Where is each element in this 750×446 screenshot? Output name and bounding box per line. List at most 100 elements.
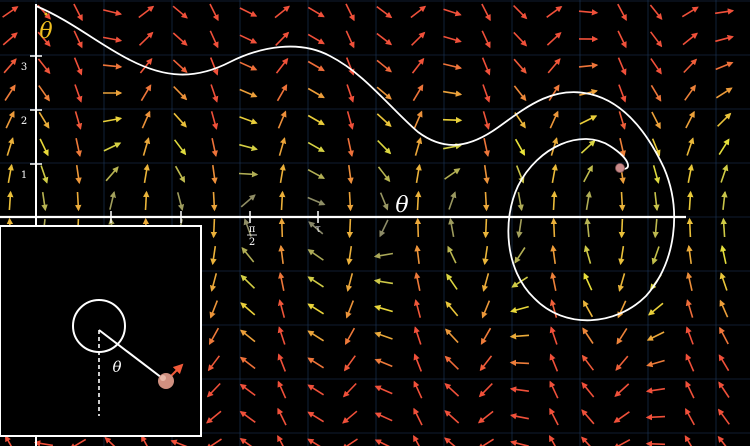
vector-arrow: [239, 7, 258, 17]
vector-arrow: [172, 32, 188, 46]
vector-arrow: [685, 299, 694, 318]
vector-arrow: [347, 191, 354, 212]
vector-arrow: [5, 110, 15, 129]
vector-arrow: [645, 440, 666, 446]
vector-arrow: [379, 219, 389, 238]
vector-arrow: [74, 84, 83, 103]
vector-arrow: [343, 355, 356, 372]
vector-arrow: [582, 300, 594, 318]
svg-text:2: 2: [249, 237, 255, 248]
vector-arrow: [618, 111, 627, 130]
vector-arrow: [239, 34, 258, 44]
vector-arrow: [376, 59, 392, 73]
vector-arrow: [173, 139, 187, 156]
vector-arrow: [685, 353, 695, 372]
vector-arrow: [618, 245, 625, 266]
vector-arrow: [619, 191, 626, 212]
vector-arrow: [410, 5, 427, 19]
vector-arrow: [140, 84, 152, 102]
vector-arrow: [411, 31, 426, 46]
vector-arrow: [685, 110, 695, 129]
vector-arrow: [687, 190, 694, 211]
vector-arrow: [718, 381, 730, 398]
vector-arrow: [346, 111, 355, 130]
vector-arrow: [617, 30, 627, 49]
state-point: [615, 163, 625, 173]
vector-arrow: [617, 273, 626, 292]
vector-arrow: [277, 407, 287, 426]
vector-arrow: [69, 438, 87, 446]
svg-text:·: ·: [43, 3, 50, 28]
vector-arrow: [239, 88, 258, 98]
vector-arrow: [377, 140, 392, 155]
vector-arrow: [278, 137, 287, 156]
vector-arrow: [646, 331, 665, 341]
vector-arrow: [414, 137, 423, 156]
vector-arrow: [413, 110, 423, 129]
vector-arrow: [684, 84, 696, 101]
vector-arrow: [481, 273, 490, 292]
vector-arrow: [4, 84, 16, 101]
vector-arrow: [278, 271, 285, 291]
vector-arrow: [414, 217, 422, 238]
vector-arrow: [345, 3, 355, 22]
vector-arrow: [276, 84, 288, 102]
vector-arrow: [142, 137, 151, 156]
vector-arrow: [75, 191, 82, 212]
vector-arrow: [584, 217, 591, 238]
vector-arrow: [345, 30, 355, 49]
vector-arrow: [581, 409, 595, 425]
vector-arrow: [683, 58, 698, 74]
y-tick-label-3: 3: [21, 62, 27, 73]
vector-arrow: [374, 304, 393, 313]
vector-arrow: [414, 244, 421, 264]
vector-arrow: [307, 303, 325, 315]
vector-arrow: [650, 58, 662, 75]
vector-arrow: [483, 138, 490, 158]
vector-arrow: [551, 190, 558, 211]
vector-arrow: [482, 84, 491, 103]
vector-arrow: [481, 300, 491, 319]
vector-arrow: [612, 438, 631, 446]
vector-arrow: [413, 299, 422, 318]
vector-arrow: [481, 30, 491, 49]
vector-arrow: [307, 196, 326, 206]
vector-arrow: [209, 273, 218, 292]
vector-arrow: [277, 299, 286, 318]
vector-arrow: [211, 138, 218, 158]
vector-arrow: [3, 58, 17, 74]
vector-arrow: [717, 435, 727, 446]
vector-arrow: [307, 249, 324, 261]
vector-arrow: [173, 112, 187, 128]
vector-arrow: [210, 84, 219, 103]
vector-arrow: [715, 87, 733, 99]
vector-arrow: [721, 190, 728, 210]
vector-arrow: [75, 164, 82, 185]
vector-arrow: [480, 327, 492, 345]
vector-arrow: [210, 111, 219, 130]
vector-arrow: [717, 408, 730, 425]
vector-arrow: [549, 353, 559, 372]
vector-arrow: [510, 305, 529, 314]
vector-arrow: [412, 434, 420, 446]
vector-arrow: [277, 434, 284, 446]
vector-arrow: [549, 326, 558, 345]
vector-arrow: [444, 383, 460, 397]
vector-arrow: [347, 164, 354, 185]
vector-arrow: [210, 245, 217, 266]
vector-arrow: [376, 5, 393, 19]
vector-arrow: [240, 274, 256, 289]
vector-arrow: [345, 273, 354, 292]
vector-arrow: [239, 143, 258, 152]
vector-arrow: [714, 8, 735, 15]
vector-arrow: [686, 137, 695, 156]
vector-arrow: [444, 437, 456, 446]
vector-arrow: [138, 31, 154, 46]
vector-arrow: [174, 165, 186, 183]
vector-arrow: [546, 32, 562, 46]
x-tick-label-pi-over-2: π 2: [247, 224, 257, 248]
vector-arrow: [617, 3, 627, 22]
vector-arrow: [374, 412, 393, 422]
vector-arrow: [307, 168, 326, 180]
vector-arrow: [206, 410, 222, 424]
